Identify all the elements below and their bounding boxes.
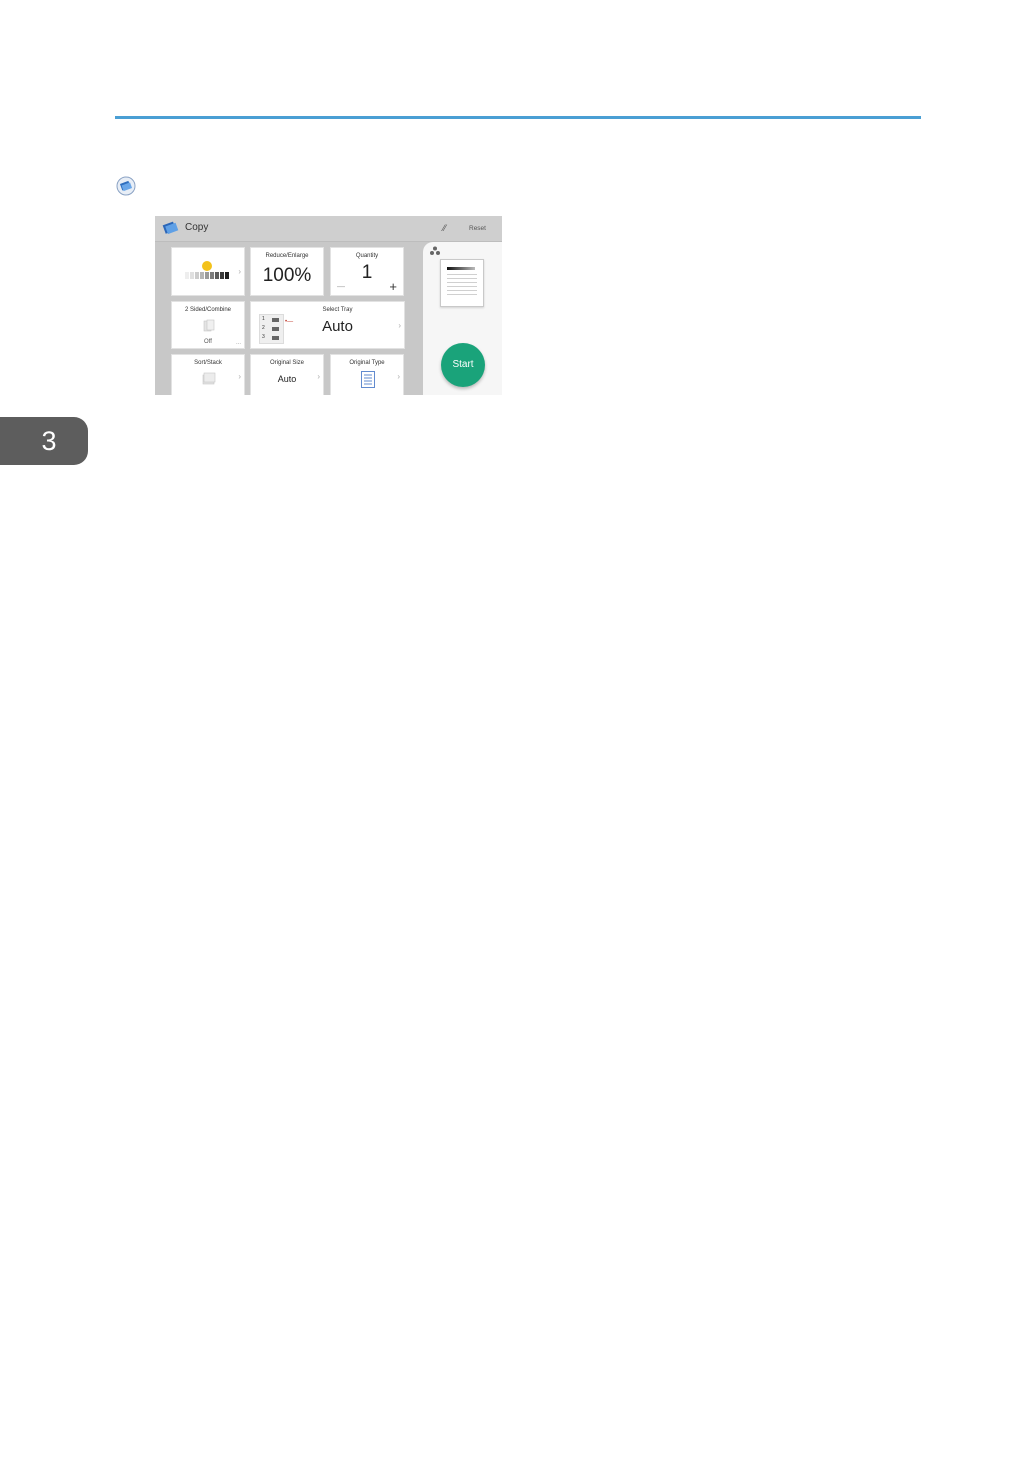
- original-size-tile[interactable]: Original Size Auto ›: [250, 354, 324, 395]
- reduce-enlarge-value: 100%: [262, 265, 312, 286]
- job-list-icon[interactable]: [429, 246, 441, 256]
- original-size-value: Auto: [277, 374, 297, 384]
- chevron-right-icon: ›: [398, 321, 401, 330]
- chevron-right-icon: ›: [397, 372, 400, 381]
- reduce-enlarge-tile[interactable]: Reduce/Enlarge 100%: [250, 247, 324, 296]
- side-panel: Start: [423, 242, 502, 395]
- chapter-tab: 3: [0, 417, 88, 465]
- select-tray-value: Auto: [322, 318, 353, 335]
- reset-icon[interactable]: ⁄⁄: [443, 223, 446, 233]
- density-slider-icon: [185, 261, 229, 279]
- more-icon: ...: [235, 340, 241, 346]
- header-rule: [115, 116, 921, 119]
- quantity-minus-button[interactable]: —: [337, 282, 345, 291]
- two-sided-combine-tile[interactable]: 2 Sided/Combine Off ...: [171, 301, 245, 349]
- sort-stack-tile[interactable]: Sort/Stack ›: [171, 354, 245, 395]
- quantity-plus-button[interactable]: +: [389, 279, 397, 294]
- tray-number-3: 3: [262, 334, 265, 340]
- app-title: Copy: [185, 222, 209, 233]
- original-type-tile[interactable]: Original Type ›: [330, 354, 404, 395]
- density-tile[interactable]: ›: [171, 247, 245, 296]
- reduce-enlarge-label: Reduce/Enlarge: [265, 253, 309, 259]
- tray-number-2: 2: [262, 325, 265, 331]
- text-document-icon: [361, 371, 375, 388]
- sort-stack-icon: [202, 372, 216, 385]
- quantity-label: Quantity: [355, 253, 379, 259]
- start-button[interactable]: Start: [441, 343, 485, 387]
- app-header: Copy ⁄⁄ Reset: [155, 216, 502, 242]
- original-size-label: Original Size: [269, 360, 304, 366]
- preview-thumbnail[interactable]: [440, 259, 484, 307]
- copy-screen: Copy ⁄⁄ Reset › Reduce/Enlarge 100% Quan…: [155, 216, 502, 395]
- two-sided-combine-label: 2 Sided/Combine: [184, 307, 232, 313]
- select-tray-label: Select Tray: [322, 307, 353, 313]
- note-icon: [116, 176, 136, 196]
- copy-app-icon: [162, 221, 179, 235]
- chevron-right-icon: ›: [238, 372, 241, 381]
- chevron-right-icon: ›: [238, 267, 241, 276]
- two-sided-icon: [203, 319, 215, 332]
- select-tray-tile[interactable]: Select Tray 1 2 3 •— Auto ›: [250, 301, 405, 349]
- quantity-tile[interactable]: Quantity 1 — +: [330, 247, 404, 296]
- original-type-label: Original Type: [349, 360, 385, 366]
- sort-stack-label: Sort/Stack: [194, 360, 222, 366]
- reset-button[interactable]: Reset: [469, 225, 486, 232]
- chevron-right-icon: ›: [317, 372, 320, 381]
- tray-number-1: 1: [262, 316, 265, 322]
- two-sided-value: Off: [204, 339, 212, 345]
